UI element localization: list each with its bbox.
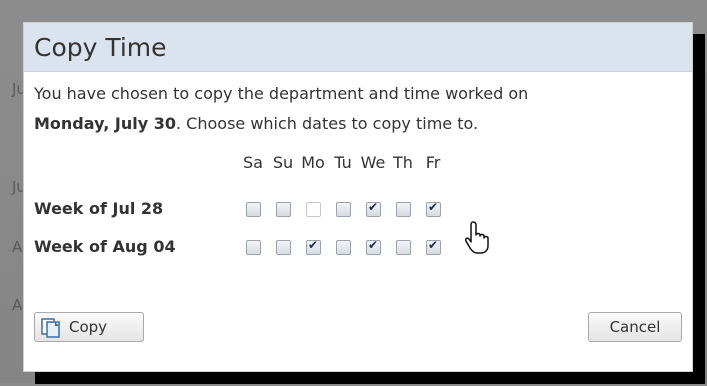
day-checkbox[interactable] [336, 240, 351, 255]
day-header: Sa [243, 153, 263, 172]
day-checkbox[interactable] [276, 240, 291, 255]
day-checkbox[interactable] [306, 238, 321, 255]
hand-pointer-icon [465, 220, 491, 262]
dialog-title: Copy Time [34, 32, 167, 62]
dialog-message: You have chosen to copy the department a… [34, 79, 684, 139]
day-checkbox[interactable] [366, 238, 381, 255]
day-header: Mo [301, 153, 325, 172]
day-checkbox[interactable] [396, 240, 411, 255]
cancel-button[interactable]: Cancel [588, 312, 682, 342]
day-checkbox[interactable] [336, 202, 351, 217]
copy-button[interactable]: Copy [34, 312, 144, 342]
day-checkbox[interactable] [366, 200, 381, 217]
copy-icon [41, 316, 61, 338]
day-checkbox[interactable] [276, 202, 291, 217]
day-checkbox[interactable] [426, 238, 441, 255]
dialog-titlebar: Copy Time [24, 23, 692, 72]
week-label: Week of Aug 04 [34, 237, 176, 256]
copy-time-dialog: Copy Time You have chosen to copy the de… [23, 22, 693, 372]
day-header: Tu [334, 153, 352, 172]
week-label: Week of Jul 28 [34, 199, 164, 218]
message-bold-date: Monday, July 30 [34, 114, 176, 133]
message-line2: . Choose which dates to copy time to. [176, 114, 479, 133]
day-checkbox[interactable] [246, 202, 261, 217]
day-checkbox[interactable] [426, 200, 441, 217]
day-header: We [360, 153, 386, 172]
message-line1: You have chosen to copy the department a… [34, 84, 529, 103]
day-header: Su [272, 153, 294, 172]
day-header: Fr [425, 153, 441, 172]
day-checkbox[interactable] [246, 240, 261, 255]
day-header: Th [393, 153, 413, 172]
day-checkbox[interactable] [396, 202, 411, 217]
copy-button-label: Copy [69, 318, 108, 336]
day-checkbox [306, 202, 321, 217]
